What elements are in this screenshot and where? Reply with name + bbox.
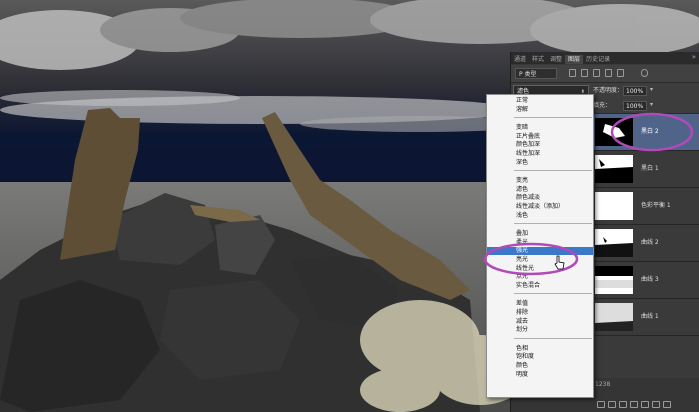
- menu-separator: [514, 337, 592, 339]
- panel-tab-bar: 通道 样式 调整 图层 历史记录 »: [511, 52, 699, 64]
- panel-tab[interactable]: 样式: [529, 55, 547, 64]
- menu-separator: [514, 293, 592, 295]
- layer-name[interactable]: 曲线 3: [641, 274, 659, 283]
- blend-mode-option[interactable]: 颜色加深: [487, 141, 593, 149]
- blend-mode-option[interactable]: 减去: [487, 318, 593, 326]
- layer-name[interactable]: 曲线 1: [641, 311, 659, 320]
- blend-mode-option[interactable]: 颜色减淡: [487, 194, 593, 202]
- layer-mask-thumbnail[interactable]: [595, 192, 633, 220]
- blend-mode-option[interactable]: 正常: [487, 97, 593, 105]
- trash-icon[interactable]: [663, 401, 671, 408]
- add-mask-icon[interactable]: [619, 401, 627, 408]
- panel-tab[interactable]: 调整: [547, 55, 565, 64]
- menu-separator: [514, 170, 592, 172]
- layer-style-icon[interactable]: [608, 401, 616, 408]
- smart-object-filter-icon[interactable]: [617, 69, 624, 77]
- shape-filter-icon[interactable]: [605, 69, 612, 77]
- fill-dropdown-icon[interactable]: ▾: [650, 101, 653, 108]
- blend-mode-option[interactable]: 排除: [487, 309, 593, 317]
- blend-mode-option[interactable]: 线性加深: [487, 150, 593, 158]
- kind-filter-select[interactable]: P 类型: [515, 68, 557, 79]
- new-layer-icon[interactable]: [652, 401, 660, 408]
- layer-mask-thumbnail[interactable]: [595, 229, 633, 257]
- menu-separator: [514, 223, 592, 225]
- link-layers-icon[interactable]: [597, 401, 605, 408]
- layer-name[interactable]: 色彩平衡 1: [641, 200, 671, 209]
- blend-mode-option[interactable]: 亮光: [487, 256, 593, 264]
- layer-name[interactable]: 黑白 2: [641, 126, 659, 135]
- blend-mode-option[interactable]: 实色混合: [487, 282, 593, 290]
- adjustment-layer-icon[interactable]: [630, 401, 638, 408]
- fill-label: 填充：: [593, 102, 612, 109]
- blend-mode-option[interactable]: 变暗: [487, 124, 593, 132]
- footer-icon-group: [597, 401, 671, 408]
- layer-mask-thumbnail[interactable]: [595, 155, 633, 183]
- blend-mode-option[interactable]: 线性光: [487, 265, 593, 273]
- type-filter-icon[interactable]: [593, 69, 600, 77]
- blend-mode-option[interactable]: 色相: [487, 345, 593, 353]
- layer-filter-row: P 类型: [511, 65, 699, 83]
- blend-mode-option[interactable]: 线性减淡（添加）: [487, 203, 593, 211]
- layer-mask-thumbnail[interactable]: [595, 266, 633, 294]
- blend-mode-option[interactable]: 变亮: [487, 177, 593, 185]
- blend-mode-option[interactable]: 溶解: [487, 106, 593, 114]
- size-text: 1238: [595, 381, 611, 388]
- opacity-dropdown-icon[interactable]: ▾: [650, 86, 653, 93]
- blend-mode-option[interactable]: 浅色: [487, 212, 593, 220]
- blend-mode-option[interactable]: 深色: [487, 159, 593, 167]
- double-chevron-right-icon[interactable]: »: [692, 53, 696, 61]
- blend-mode-option[interactable]: 柔光: [487, 239, 593, 247]
- blend-mode-option[interactable]: 划分: [487, 326, 593, 334]
- blend-mode-option[interactable]: 颜色: [487, 362, 593, 370]
- layer-name[interactable]: 曲线 2: [641, 237, 659, 246]
- panel-tab[interactable]: 图层: [565, 55, 584, 64]
- pixel-filter-icon[interactable]: [569, 69, 576, 77]
- blend-mode-option[interactable]: 强光: [487, 247, 593, 256]
- panel-tab[interactable]: 历史记录: [583, 55, 613, 64]
- fill-input[interactable]: 100%: [623, 101, 647, 111]
- blend-mode-menu: 正常 溶解变暗 正片叠底 颜色加深 线性加深 深色变亮 滤色 颜色减淡 线性减淡（添加） 浅色叠加…: [486, 94, 594, 398]
- cursor-pointer-icon: [554, 255, 565, 270]
- blend-mode-option[interactable]: 差值: [487, 300, 593, 308]
- blend-mode-option[interactable]: 叠加: [487, 230, 593, 238]
- opacity-label: 不透明度：: [593, 87, 624, 94]
- blend-mode-option[interactable]: 点光: [487, 273, 593, 281]
- menu-separator: [514, 117, 592, 119]
- filter-toggle-icon[interactable]: [641, 69, 648, 77]
- blend-mode-option[interactable]: 正片叠底: [487, 133, 593, 141]
- new-group-icon[interactable]: [641, 401, 649, 408]
- layer-mask-thumbnail[interactable]: [595, 303, 633, 331]
- blend-mode-option[interactable]: 饱和度: [487, 353, 593, 361]
- panel-tab[interactable]: 通道: [511, 55, 529, 64]
- layer-mask-thumbnail[interactable]: [595, 118, 633, 146]
- blend-mode-option[interactable]: 滤色: [487, 186, 593, 194]
- blend-mode-option[interactable]: 明度: [487, 371, 593, 379]
- panel-tabs: 通道 样式 调整 图层 历史记录: [511, 55, 613, 64]
- adjustment-filter-icon[interactable]: [581, 69, 588, 77]
- layer-name[interactable]: 黑白 1: [641, 163, 659, 172]
- opacity-input[interactable]: 100%: [623, 86, 647, 96]
